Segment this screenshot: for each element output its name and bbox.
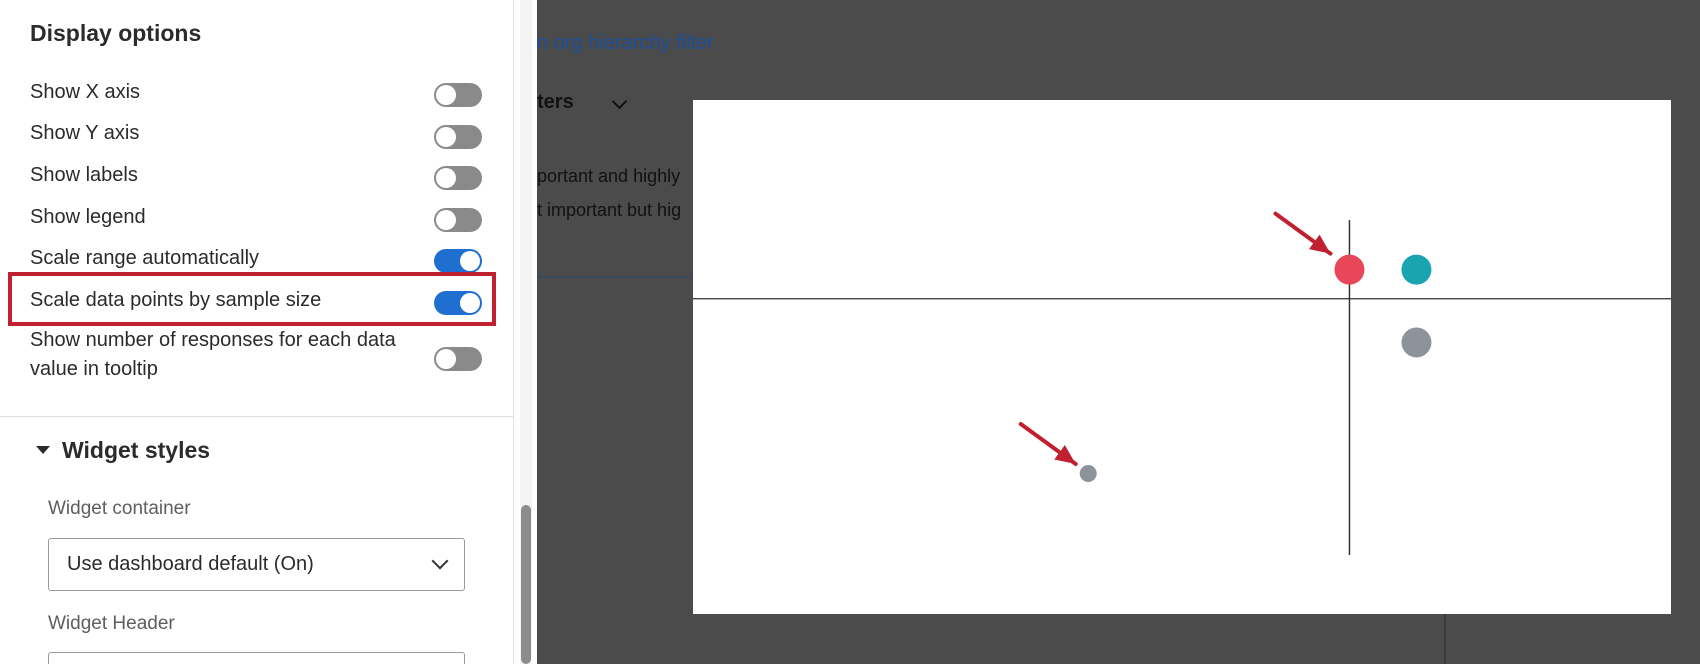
annotation-arrow-head xyxy=(1308,234,1331,254)
widget-container-value: Use dashboard default (On) xyxy=(67,553,314,575)
widget-header-select[interactable] xyxy=(48,652,465,664)
org-hierarchy-filter-link: n org hierarchy filter xyxy=(537,32,714,54)
section-divider xyxy=(0,416,513,417)
data-point-4 xyxy=(1401,327,1432,358)
toggle-show-responses[interactable] xyxy=(434,347,482,371)
annotation-arrow-head xyxy=(1054,444,1076,464)
widget-styles-title: Widget styles xyxy=(62,437,211,463)
scatter-chart xyxy=(693,211,1671,555)
toggle-knob xyxy=(436,127,456,147)
toggle-knob xyxy=(460,251,480,271)
widget-styles-header[interactable]: Widget styles xyxy=(36,437,210,464)
widget-header-label: Widget Header xyxy=(48,613,175,634)
toggle-show-legend[interactable] xyxy=(434,208,482,232)
background-divider xyxy=(1444,614,1446,664)
toggle-knob xyxy=(436,210,456,230)
chevron-down-icon xyxy=(431,552,449,570)
option-label-show-x-axis: Show X axis xyxy=(30,81,141,103)
option-label-scale-range: Scale range automatically xyxy=(30,247,260,269)
toggle-scale-range[interactable] xyxy=(434,249,482,273)
widget-container-label: Widget container xyxy=(48,498,191,519)
option-label-show-labels: Show labels xyxy=(30,164,138,186)
filters-label: ters xyxy=(537,91,574,113)
background-text-line: t important but hig xyxy=(537,200,682,220)
panel-border xyxy=(513,0,514,664)
background-card-edge xyxy=(537,276,693,278)
option-label-show-responses-line1: Show number of responses for each data xyxy=(30,329,396,351)
toggle-knob xyxy=(436,349,456,369)
toggle-knob xyxy=(436,168,456,188)
display-options-title: Display options xyxy=(30,20,202,46)
widget-container-select[interactable]: Use dashboard default (On) xyxy=(48,538,465,591)
background-text-line: portant and highly xyxy=(537,166,681,186)
toggle-show-x-axis[interactable] xyxy=(434,83,482,107)
data-point-2 xyxy=(1334,254,1365,285)
settings-panel: Display options Show X axis Show Y axis … xyxy=(0,0,513,664)
data-point-1 xyxy=(1079,465,1097,482)
scatter-chart-card xyxy=(693,100,1671,614)
caret-down-icon xyxy=(36,445,50,454)
data-point-3 xyxy=(1401,254,1432,285)
toggle-show-y-axis[interactable] xyxy=(434,125,482,149)
highlight-box xyxy=(8,272,496,326)
toggle-knob xyxy=(436,85,456,105)
scrollbar-thumb[interactable] xyxy=(521,505,531,664)
toggle-show-labels[interactable] xyxy=(434,166,482,190)
option-label-show-legend: Show legend xyxy=(30,206,146,228)
option-label-show-responses-line2: value in tooltip xyxy=(30,358,158,380)
option-label-show-y-axis: Show Y axis xyxy=(30,122,140,144)
